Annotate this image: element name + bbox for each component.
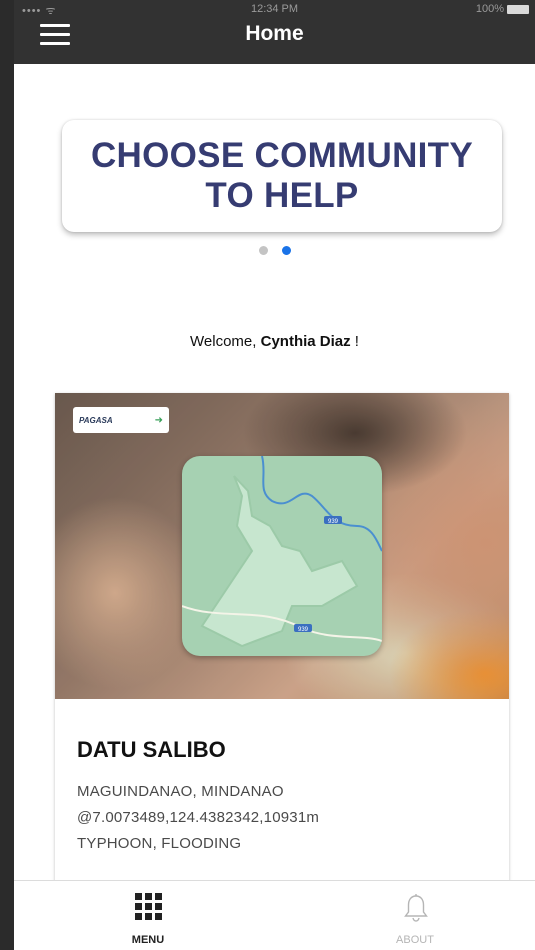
arrow-right-icon: ➜ <box>154 414 163 426</box>
tab-menu[interactable]: MENU <box>98 881 198 950</box>
tab-about-label: ABOUT <box>396 934 434 946</box>
app-screen: •••• ᯤ 12:34 PM 100% Home CHOOSE COMMUNI… <box>14 0 535 950</box>
map-graphic: 939 939 <box>182 456 382 648</box>
grid-icon <box>135 893 162 920</box>
bottom-tab-bar: MENU ABOUT <box>14 880 535 950</box>
battery-indicator: 100% <box>476 3 529 15</box>
pagasa-logo: PAGASA ➜ <box>73 407 169 433</box>
community-name: DATU SALIBO <box>77 737 226 762</box>
community-photo: PAGASA ➜ 939 939 <box>55 393 509 699</box>
municipality-boundary <box>200 475 359 648</box>
choose-community-banner[interactable]: CHOOSE COMMUNITY TO HELP <box>62 120 502 232</box>
community-coordinates: @7.0073489,124.4382342,10931m <box>77 809 320 826</box>
page-title: Home <box>245 22 304 45</box>
tab-about[interactable]: ABOUT <box>365 881 465 950</box>
battery-percent: 100% <box>475 3 504 15</box>
user-name: Cynthia Diaz <box>260 333 351 350</box>
community-card[interactable]: PAGASA ➜ 939 939 DATU SALIBO MAGUINDANAO… <box>55 393 509 893</box>
community-hazards: TYPHOON, FLOODING <box>77 835 242 852</box>
banner-line-2: TO HELP <box>205 176 359 215</box>
road-label-1: 939 <box>328 519 339 525</box>
status-time: 12:34 PM <box>250 3 299 15</box>
status-bar: •••• ᯤ 12:34 PM 100% <box>14 0 535 18</box>
map-thumbnail[interactable]: 939 939 <box>182 456 382 656</box>
welcome-suffix: ! <box>350 333 359 350</box>
pager-dot-active[interactable] <box>281 246 291 255</box>
welcome-prefix: Welcome, <box>190 333 261 350</box>
pager-dot[interactable] <box>258 246 268 255</box>
battery-icon <box>507 4 529 14</box>
top-nav-bar: •••• ᯤ 12:34 PM 100% Home <box>14 0 535 64</box>
welcome-message: Welcome, Cynthia Diaz ! <box>14 333 535 350</box>
tab-menu-label: MENU <box>131 934 165 946</box>
logo-text: PAGASA <box>79 415 113 425</box>
bell-icon <box>404 894 428 922</box>
river-path <box>261 456 382 552</box>
road-label-2: 939 <box>298 627 309 633</box>
carousel-pager <box>14 246 535 255</box>
banner-line-1: CHOOSE COMMUNITY <box>90 136 474 175</box>
hamburger-icon[interactable] <box>40 24 70 46</box>
community-region: MAGUINDANAO, MINDANAO <box>77 783 284 800</box>
